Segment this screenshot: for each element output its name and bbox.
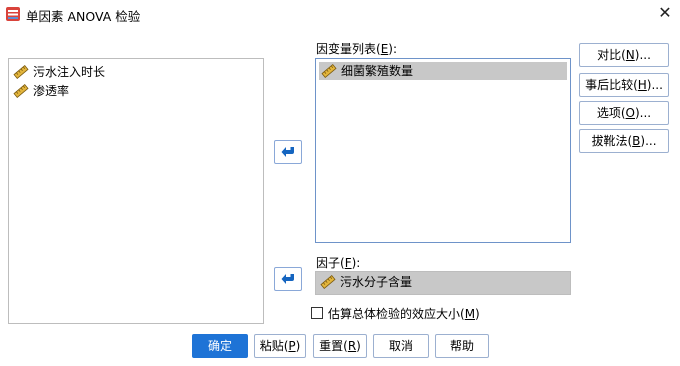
source-variable-list[interactable]: 污水注入时长 渗透率 — [8, 58, 264, 324]
move-to-factor-button[interactable] — [274, 267, 302, 291]
post-hoc-button[interactable]: 事后比较(H)... — [579, 73, 669, 97]
list-item[interactable]: 细菌繁殖数量 — [319, 62, 567, 80]
cancel-button[interactable]: 取消 — [373, 334, 429, 358]
move-to-dependent-button[interactable] — [274, 140, 302, 164]
effect-size-label: 估算总体检验的效应大小(M) — [328, 307, 480, 321]
list-item-label: 污水注入时长 — [33, 65, 106, 79]
scale-ruler-icon — [321, 64, 337, 78]
list-item[interactable]: 污水注入时长 — [13, 63, 105, 81]
window-title: 单因素 ANOVA 检验 — [26, 9, 141, 24]
spss-app-icon — [6, 7, 20, 21]
list-item[interactable]: 渗透率 — [13, 82, 69, 100]
scale-ruler-icon — [13, 84, 29, 98]
list-item-label: 细菌繁殖数量 — [341, 64, 414, 78]
close-icon[interactable]: ✕ — [654, 2, 676, 24]
help-button[interactable]: 帮助 — [435, 334, 489, 358]
paste-button[interactable]: 粘贴(P) — [254, 334, 306, 358]
title-bar: 单因素 ANOVA 检验 ✕ — [0, 0, 680, 28]
factor-field[interactable]: 污水分子含量 — [315, 271, 571, 295]
options-button[interactable]: 选项(O)... — [579, 101, 669, 125]
arrow-left-icon — [281, 274, 294, 284]
scale-ruler-icon — [320, 275, 336, 289]
scale-ruler-icon — [13, 65, 29, 79]
factor-value: 污水分子含量 — [340, 275, 413, 289]
reset-button[interactable]: 重置(R) — [313, 334, 367, 358]
list-item-label: 渗透率 — [33, 84, 70, 98]
factor-label: 因子(F): — [316, 256, 361, 270]
bootstrap-button[interactable]: 拔靴法(B)... — [579, 129, 669, 153]
dependent-variable-list[interactable]: 细菌繁殖数量 — [315, 58, 571, 243]
contrast-button[interactable]: 对比(N)... — [579, 43, 669, 67]
effect-size-checkbox[interactable] — [311, 307, 323, 319]
factor-value-item: 污水分子含量 — [320, 273, 412, 291]
arrow-left-icon — [281, 147, 294, 157]
dependent-list-label: 因变量列表(E): — [316, 42, 398, 56]
ok-button[interactable]: 确定 — [192, 334, 248, 358]
